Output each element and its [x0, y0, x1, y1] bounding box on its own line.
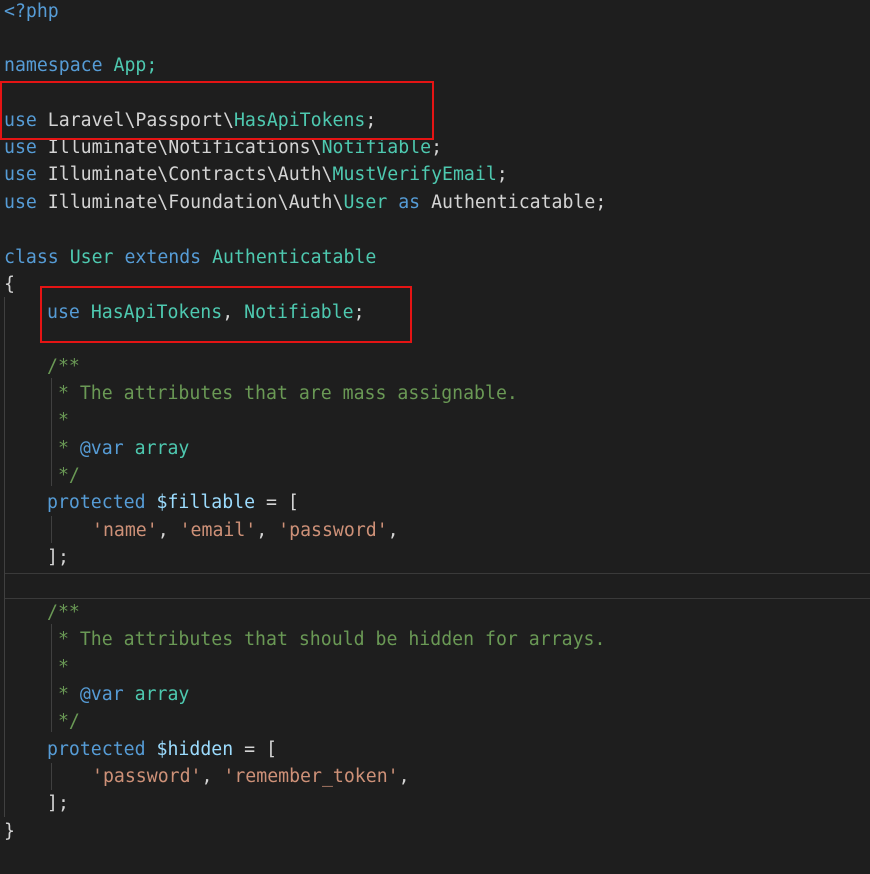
use-keyword: use: [4, 137, 37, 158]
comma: ,: [157, 520, 180, 541]
comma: ,: [201, 766, 224, 787]
code-line-26[interactable]: *: [47, 654, 69, 681]
docblock-type: array: [134, 438, 190, 459]
comma: ,: [387, 520, 399, 541]
code-line-19[interactable]: protected $fillable = [: [47, 489, 299, 516]
import-class: User: [343, 192, 388, 213]
code-line-30[interactable]: 'password', 'remember_token',: [92, 763, 410, 790]
docblock-text: * The attributes that should be hidden f…: [47, 629, 606, 650]
protected-keyword: protected: [47, 492, 146, 513]
class-name: User: [69, 247, 114, 268]
fillable-variable: $fillable: [156, 492, 256, 513]
code-line-24[interactable]: /**: [47, 599, 80, 626]
import-path: Illuminate\Contracts\Auth\: [36, 164, 333, 185]
namespace-keyword: namespace: [4, 55, 103, 76]
code-line-25[interactable]: * The attributes that should be hidden f…: [47, 626, 606, 653]
import-path: Illuminate\Notifications\: [36, 137, 322, 158]
indent-guide-array-2: [51, 763, 52, 790]
open-brace: {: [4, 274, 15, 295]
indent-guide-class-body: [4, 297, 5, 817]
code-line-20[interactable]: 'name', 'email', 'password',: [92, 517, 399, 544]
highlight-box-trait-use: [40, 286, 412, 343]
code-line-1[interactable]: <?php: [4, 0, 59, 25]
import-path: Illuminate\Foundation\Auth\: [36, 192, 344, 213]
code-editor[interactable]: <?php namespace App; use Laravel\Passpor…: [0, 0, 870, 874]
comma: ,: [398, 766, 410, 787]
close-brace: }: [4, 821, 15, 842]
assign-open-bracket: = [: [255, 492, 299, 513]
import-class: MustVerifyEmail: [332, 164, 497, 185]
docblock-open: /**: [47, 602, 80, 623]
current-line-highlight: [4, 573, 870, 599]
php-open-tag: <?php: [4, 1, 59, 22]
docblock-var-tag: @var: [79, 684, 124, 705]
docblock-close: */: [47, 711, 80, 732]
docblock-text: * The attributes that are mass assignabl…: [47, 383, 518, 404]
docblock-star: *: [47, 438, 80, 459]
code-line-21[interactable]: ];: [47, 544, 69, 571]
code-line-10[interactable]: class User extends Authenticatable: [4, 244, 376, 271]
use-keyword: use: [4, 192, 37, 213]
namespace-name: App;: [102, 55, 158, 76]
string-literal: 'password': [278, 520, 388, 541]
code-line-7[interactable]: use Illuminate\Contracts\Auth\MustVerify…: [4, 161, 508, 188]
as-keyword: as: [387, 192, 432, 213]
code-line-31[interactable]: ];: [47, 790, 69, 817]
code-line-11[interactable]: {: [4, 271, 15, 298]
code-line-27[interactable]: * @var array: [47, 681, 189, 708]
extends-keyword: extends: [124, 247, 202, 268]
indent-guide-array-1: [51, 516, 52, 543]
import-class: Notifiable: [321, 137, 432, 158]
semicolon: ;: [496, 164, 508, 185]
string-literal: 'email': [179, 520, 257, 541]
close-bracket: ];: [47, 547, 69, 568]
docblock-close: */: [47, 465, 80, 486]
assign-open-bracket: = [: [233, 739, 277, 760]
docblock-star: *: [47, 410, 69, 431]
code-line-8[interactable]: use Illuminate\Foundation\Auth\User as A…: [4, 189, 606, 216]
code-line-3[interactable]: namespace App;: [4, 52, 157, 79]
string-literal: 'password': [92, 766, 202, 787]
code-line-15[interactable]: * The attributes that are mass assignabl…: [47, 380, 518, 407]
docblock-type: array: [134, 684, 190, 705]
protected-keyword: protected: [47, 739, 146, 760]
code-line-17[interactable]: * @var array: [47, 435, 189, 462]
string-literal: 'name': [92, 520, 158, 541]
close-bracket: ];: [47, 793, 69, 814]
code-line-29[interactable]: protected $hidden = [: [47, 736, 277, 763]
string-literal: 'remember_token': [223, 766, 399, 787]
code-line-28[interactable]: */: [47, 708, 80, 735]
docblock-star: *: [47, 684, 80, 705]
hidden-variable: $hidden: [156, 739, 234, 760]
docblock-star: *: [47, 657, 69, 678]
class-keyword: class: [4, 247, 59, 268]
code-line-14[interactable]: /**: [47, 353, 80, 380]
use-keyword: use: [4, 164, 37, 185]
import-alias: Authenticatable;: [431, 192, 607, 213]
comma: ,: [256, 520, 279, 541]
code-line-16[interactable]: *: [47, 407, 69, 434]
code-line-32[interactable]: }: [4, 818, 15, 845]
code-line-18[interactable]: */: [47, 462, 80, 489]
highlight-box-import: [0, 81, 434, 140]
docblock-open: /**: [47, 356, 80, 377]
semicolon: ;: [431, 137, 443, 158]
parent-class-name: Authenticatable: [212, 247, 377, 268]
docblock-var-tag: @var: [79, 438, 124, 459]
